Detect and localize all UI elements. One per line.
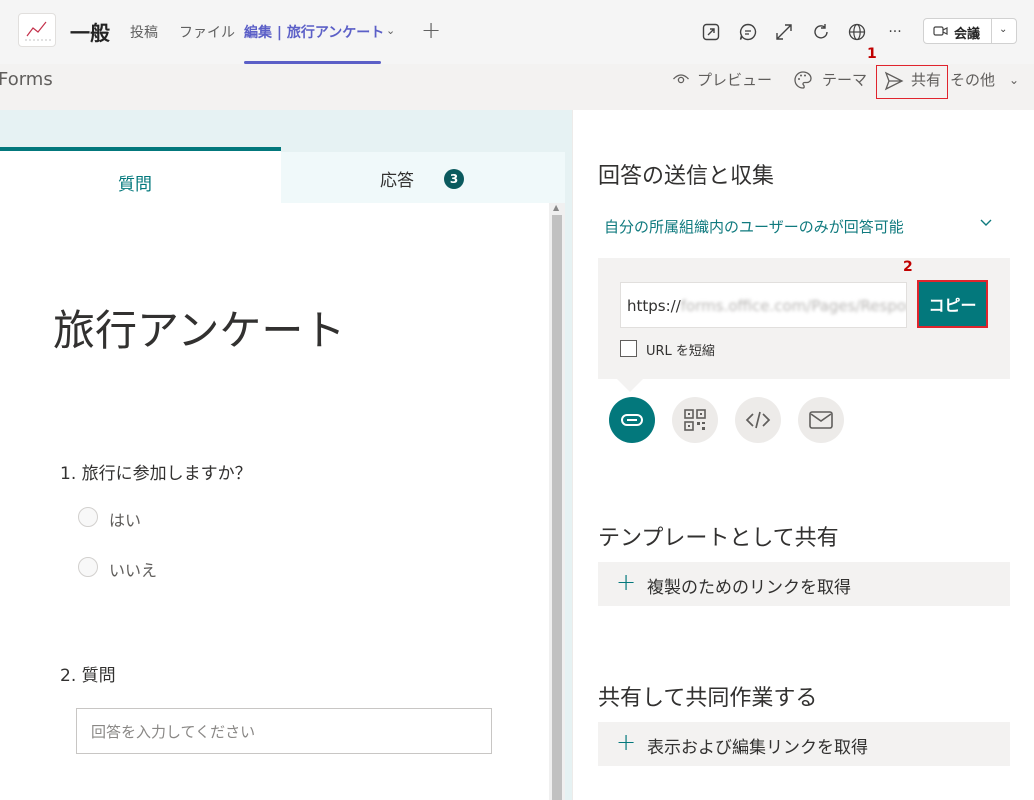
preview-button[interactable]: プレビュー — [697, 69, 772, 90]
tab-questions[interactable]: 質問 — [0, 147, 281, 203]
share-qr-button[interactable] — [672, 397, 718, 443]
form-tabs: 質問 応答 3 — [0, 147, 565, 203]
more-icon[interactable]: ··· — [884, 21, 906, 43]
form-body: 旅行アンケート 1. 旅行に参加しますか？ はい いいえ 2. 質問 回答を入力… — [0, 203, 549, 800]
responses-count-badge: 3 — [444, 169, 464, 189]
more-options-button[interactable]: その他 — [950, 69, 995, 90]
copy-button-label: コピー — [921, 284, 984, 324]
chevron-down-icon[interactable] — [979, 216, 993, 230]
forms-app-title: Forms — [0, 69, 53, 90]
shorten-url-label: URL を短縮 — [646, 344, 715, 359]
chevron-down-icon[interactable]: ⌄ — [999, 24, 1007, 35]
radio-option-no[interactable] — [78, 557, 98, 577]
meet-label: 会議 — [954, 27, 981, 42]
share-button[interactable]: 共有 — [911, 69, 941, 90]
link-panel: https://forms.office.com/Pages/Respon コピ… — [598, 258, 1010, 379]
globe-icon[interactable] — [846, 21, 868, 43]
get-edit-link-button[interactable]: + 表示および編集リンクを取得 — [598, 722, 1010, 766]
forms-command-bar: Forms プレビュー テーマ 共有 その他 ⌄ — [0, 64, 1034, 110]
eye-icon[interactable] — [672, 70, 690, 88]
form-title[interactable]: 旅行アンケート — [53, 297, 345, 358]
shorten-url-checkbox[interactable] — [620, 340, 637, 357]
send-collect-title: 回答の送信と収集 — [598, 164, 775, 189]
answer-input[interactable]: 回答を入力してください — [76, 708, 492, 754]
scroll-thumb[interactable] — [552, 215, 562, 800]
share-link-button[interactable] — [609, 397, 655, 443]
question-1-text: 1. 旅行に参加しますか？ — [60, 464, 252, 484]
step-marker-2: 2 — [903, 259, 913, 275]
tab-files[interactable]: ファイル — [179, 22, 235, 42]
link-icon — [621, 414, 643, 426]
theme-button[interactable]: テーマ — [822, 69, 867, 90]
chart-icon — [25, 21, 51, 41]
form-scrollbar[interactable]: ▲ — [549, 203, 565, 800]
share-mail-button[interactable] — [798, 397, 844, 443]
chevron-down-icon[interactable]: ⌄ — [386, 24, 395, 37]
link-panel-pointer — [617, 379, 643, 392]
forms-app-logo — [18, 13, 56, 47]
tab-edit-survey[interactable]: 編集 | 旅行アンケート — [244, 22, 384, 42]
share-url-field[interactable]: https://forms.office.com/Pages/Respon — [620, 282, 907, 328]
scroll-up-arrow-icon[interactable]: ▲ — [553, 203, 559, 212]
radio-option-no-label: いいえ — [109, 561, 158, 580]
collaborate-title: 共有して共同作業する — [598, 686, 818, 711]
url-prefix: https:// — [627, 297, 681, 315]
share-pane: 回答の送信と収集 自分の所属組織内のユーザーのみが回答可能 https://fo… — [572, 110, 1034, 800]
share-embed-button[interactable] — [735, 397, 781, 443]
url-blurred-part: forms.office.com/Pages/Respon — [680, 297, 907, 315]
tab-responses[interactable]: 応答 3 — [281, 152, 565, 203]
copy-button[interactable]: コピー — [917, 280, 988, 328]
get-edit-link-label: 表示および編集リンクを取得 — [647, 738, 868, 758]
permission-dropdown[interactable]: 自分の所属組織内のユーザーのみが回答可能 — [604, 216, 904, 237]
palette-icon[interactable] — [793, 70, 813, 90]
tab-posts[interactable]: 投稿 — [130, 22, 158, 42]
share-template-title: テンプレートとして共有 — [598, 526, 839, 551]
meet-divider — [991, 19, 992, 43]
form-editor-pane: 質問 応答 3 旅行アンケート 1. 旅行に参加しますか？ はい いいえ 2. … — [0, 110, 572, 800]
popout-icon[interactable] — [700, 21, 722, 43]
question-2-text: 2. 質問 — [60, 666, 116, 686]
chevron-down-icon[interactable]: ⌄ — [1009, 73, 1019, 87]
qr-code-icon — [684, 409, 706, 431]
expand-icon[interactable] — [773, 21, 795, 43]
teams-header: 一般 投稿 ファイル 編集 | 旅行アンケート ⌄ + ··· 会議 ⌄ — [0, 0, 1034, 64]
tab-questions-label: 質問 — [118, 175, 152, 195]
radio-option-yes-label: はい — [109, 511, 142, 530]
channel-name: 一般 — [70, 21, 110, 45]
video-camera-icon — [933, 26, 948, 36]
get-duplicate-link-label: 複製のためのリンクを取得 — [647, 578, 851, 598]
reload-icon[interactable] — [810, 21, 832, 43]
mail-icon — [809, 411, 833, 429]
meet-button[interactable]: 会議 ⌄ — [923, 18, 1017, 44]
add-tab-button[interactable]: + — [421, 16, 441, 44]
send-icon[interactable] — [884, 71, 904, 91]
plus-icon: + — [616, 568, 637, 596]
plus-icon: + — [616, 728, 637, 756]
embed-icon — [745, 411, 771, 429]
get-duplicate-link-button[interactable]: + 複製のためのリンクを取得 — [598, 562, 1010, 606]
tab-responses-label: 応答 — [380, 171, 414, 191]
radio-option-yes[interactable] — [78, 507, 98, 527]
conversation-icon[interactable] — [737, 21, 759, 43]
step-marker-1: 1 — [867, 46, 877, 62]
